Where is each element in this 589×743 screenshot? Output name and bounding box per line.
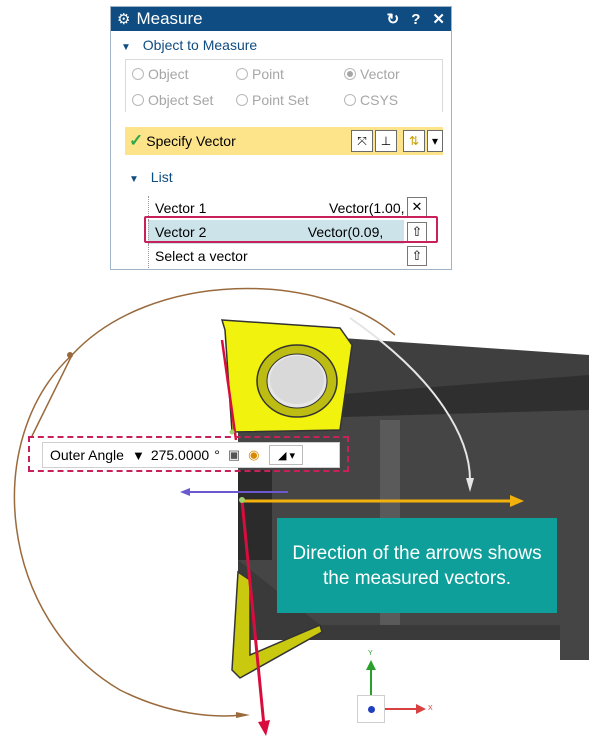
arc-arrowhead — [236, 712, 250, 718]
vector-type-dropdown[interactable]: ▾ — [427, 130, 443, 152]
blue-axis-arrow — [180, 488, 190, 496]
arc-endpoint — [67, 352, 73, 358]
radio-label: Point — [252, 66, 284, 82]
vector-dialog-icon[interactable]: ⤧ — [351, 130, 373, 152]
move-up-icon[interactable]: ⇧ — [407, 222, 427, 242]
radio-label: Object — [148, 66, 189, 82]
check-icon: ✓ — [129, 131, 144, 150]
outer-angle-value[interactable]: 275.0000 — [151, 447, 209, 463]
radio-dot — [236, 68, 248, 80]
radio-csys[interactable]: CSYS — [344, 92, 398, 108]
row-name: Vector 2 — [155, 224, 207, 240]
radio-label: CSYS — [360, 92, 399, 108]
triad-x-label: X — [428, 705, 433, 712]
remove-icon[interactable]: ✕ — [407, 197, 427, 217]
list-row-vector-1[interactable]: Vector 1 Vector(1.00, ✕ — [148, 196, 448, 220]
collapse-icon: ▼ — [129, 174, 139, 185]
list-label: List — [150, 169, 173, 185]
reverse-direction-icon[interactable]: ⇅ — [403, 130, 425, 152]
triad-y-label: Y — [368, 650, 373, 657]
outer-angle-input-bar: Outer Angle ▼ 275.0000 ° ▣ ◉ ◢ ▾ — [42, 442, 340, 468]
reset-button[interactable]: ↻ — [387, 10, 400, 28]
save-icon[interactable]: ▣ — [228, 447, 240, 463]
list-header[interactable]: ▼ List — [125, 163, 451, 191]
row-name: Vector 1 — [155, 200, 207, 216]
radio-label: Object Set — [148, 92, 214, 108]
vector-2-arrowhead — [258, 720, 270, 736]
vector-list: Vector 1 Vector(1.00, ✕ Vector 2 Vector(… — [148, 196, 448, 268]
display-options-dropdown[interactable]: ◢ ▾ — [269, 445, 304, 465]
list-row-vector-2[interactable]: Vector 2 Vector(0.09, ⇧ — [148, 220, 427, 244]
specify-vector-row[interactable]: ✓ Specify Vector ⤧ ⊥ ⇅ ▾ — [125, 127, 443, 155]
radio-object-set[interactable]: Object Set — [132, 92, 213, 108]
normal-vector-icon[interactable]: ⊥ — [375, 130, 397, 152]
row-name: Select a vector — [155, 248, 248, 264]
callout-text: Direction of the arrows shows the measur… — [292, 542, 542, 589]
outer-angle-label: Outer Angle — [50, 447, 124, 463]
specify-vector-label: Specify Vector — [146, 133, 236, 149]
row-value: Vector(0.09, — [307, 224, 384, 240]
triad-origin-dot — [368, 706, 375, 713]
radio-object[interactable]: Object — [132, 66, 188, 82]
list-row-select[interactable]: Select a vector ⇧ — [148, 244, 448, 268]
radio-dot — [132, 94, 144, 106]
radio-label: Vector — [360, 66, 400, 82]
object-to-measure-label: Object to Measure — [142, 37, 258, 53]
value-dropdown-icon[interactable]: ▼ — [132, 448, 145, 463]
show-hide-icon[interactable]: ◉ — [248, 447, 259, 463]
radio-point[interactable]: Point — [236, 66, 284, 82]
radio-dot — [132, 68, 144, 80]
insert-top — [220, 319, 353, 433]
radio-dot — [344, 94, 356, 106]
measure-type-radios: Object Point Vector Object Set Point Set… — [125, 59, 443, 112]
radio-point-set[interactable]: Point Set — [236, 92, 309, 108]
vector-point — [229, 429, 235, 435]
collapse-icon: ▼ — [121, 42, 131, 53]
object-to-measure-header[interactable]: ▼ Object to Measure — [111, 31, 451, 59]
close-button[interactable]: ✕ — [432, 10, 445, 28]
dialog-title-bar: ⚙ Measure ↻ ? ✕ — [111, 7, 451, 31]
help-button[interactable]: ? — [411, 11, 420, 28]
arc-leg — [31, 354, 73, 437]
radio-dot-selected — [344, 68, 356, 80]
radio-dot — [236, 94, 248, 106]
vector-origin — [239, 497, 245, 503]
radio-vector[interactable]: Vector — [344, 66, 400, 82]
move-up-icon[interactable]: ⇧ — [407, 246, 427, 266]
dialog-title: Measure — [136, 9, 203, 28]
callout-box: Direction of the arrows shows the measur… — [277, 518, 557, 613]
triad-origin-box — [357, 695, 385, 723]
gear-icon[interactable]: ⚙ — [117, 10, 130, 28]
angle-unit: ° — [214, 447, 220, 463]
radio-label: Point Set — [252, 92, 309, 108]
